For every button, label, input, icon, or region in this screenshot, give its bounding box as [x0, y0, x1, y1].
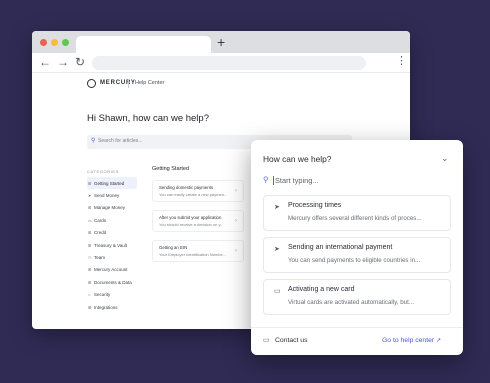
category-item-team[interactable]: ⚇ Team: [87, 251, 137, 263]
back-icon[interactable]: ←: [39, 55, 51, 69]
card-icon: ▭: [274, 288, 281, 295]
external-link-icon: ↗: [436, 338, 442, 344]
chevron-right-icon: ›: [235, 248, 237, 254]
article-title: Getting an EIN: [159, 245, 188, 250]
category-list: ⊞ Getting Started ➤ Send Money ⊞ Manage Mon…: [87, 177, 137, 313]
suggested-article-title: Activating a new card: [288, 286, 355, 293]
category-item-integrations[interactable]: ⊞ Integrations: [87, 301, 137, 313]
new-tab-button[interactable]: +: [217, 34, 225, 50]
send-icon: ➤: [274, 204, 280, 211]
brand-divider: [128, 79, 129, 88]
send-icon: ➤: [274, 246, 280, 253]
widget-divider: [251, 327, 463, 328]
article-search-placeholder: Search for articles...: [98, 138, 143, 144]
category-item-mercury-account[interactable]: ⊞ Mercury Account: [87, 264, 137, 276]
contact-us-link[interactable]: Contact us: [275, 337, 308, 344]
browser-tab-bar: +: [32, 31, 410, 53]
suggested-article-title: Sending an international payment: [288, 244, 393, 251]
address-bar[interactable]: [92, 56, 366, 70]
suggested-article-description: Virtual cards are activated automaticall…: [288, 299, 414, 306]
article-description: Your Employer Identification Numbe...: [159, 252, 226, 257]
category-label: Security: [94, 292, 111, 298]
category-label: Mercury Account: [94, 267, 128, 273]
browser-tab[interactable]: [76, 36, 211, 53]
browser-toolbar: ← → ↻ ⋮: [32, 53, 410, 73]
category-item-send-money[interactable]: ➤ Send Money: [87, 189, 137, 201]
article-list: Sending domestic payments You can easily…: [152, 180, 244, 270]
categories-heading: CATEGORIES: [87, 169, 119, 174]
article-card[interactable]: Getting an EIN Your Employer Identificat…: [152, 240, 244, 262]
category-item-cards[interactable]: ▭ Cards: [87, 214, 137, 226]
browser-menu-icon[interactable]: ⋮: [396, 54, 407, 67]
category-label: Team: [94, 255, 106, 261]
chevron-right-icon: ›: [235, 218, 237, 224]
chevron-down-icon[interactable]: ⌄: [441, 153, 449, 163]
text-cursor: [273, 176, 274, 185]
chevron-right-icon: ›: [235, 188, 237, 194]
suggested-article-description: You can send payments to eligible countr…: [288, 257, 421, 264]
chat-icon[interactable]: ▭: [263, 336, 270, 344]
widget-search-input[interactable]: [275, 175, 445, 186]
page-title: Hi Shawn, how can we help?: [87, 113, 209, 124]
suggested-article-description: Mercury offers several different kinds o…: [288, 215, 422, 222]
article-card[interactable]: Sending domestic payments You can easily…: [152, 180, 244, 202]
minimize-window-button[interactable]: [51, 39, 58, 46]
category-label: Send Money: [94, 193, 120, 199]
suggested-article-card[interactable]: ➤ Processing times Mercury offers severa…: [263, 195, 451, 231]
category-label: Documents & Data: [94, 279, 132, 285]
category-label: Credit: [94, 230, 107, 236]
article-description: You should receive a decision on y...: [159, 222, 224, 227]
category-item-documents[interactable]: ⊞ Documents & Data: [87, 276, 137, 288]
mercury-logo-icon[interactable]: [87, 79, 96, 88]
category-item-manage-money[interactable]: ⊞ Manage Money: [87, 202, 137, 214]
widget-title: How can we help?: [263, 154, 332, 164]
help-widget: How can we help? ⌄ ⚲ ➤ Processing times …: [251, 140, 463, 355]
article-title: Sending domestic payments: [159, 185, 213, 190]
brand-subtitle: Help Center: [135, 80, 165, 86]
suggested-article-title: Processing times: [288, 202, 342, 209]
suggested-article-card[interactable]: ▭ Activating a new card Virtual cards ar…: [263, 279, 451, 315]
search-icon: ⚲: [91, 138, 96, 144]
go-to-help-center-link[interactable]: Go to help center ↗: [382, 337, 441, 344]
category-label: Treasury & Vault: [94, 242, 128, 248]
category-item-credit[interactable]: ⊞ Credit: [87, 227, 137, 239]
category-item-treasury[interactable]: ⊞ Treasury & Vault: [87, 239, 137, 251]
article-title: After you submit your application: [159, 215, 222, 220]
category-item-getting-started[interactable]: ⊞ Getting Started: [87, 177, 137, 190]
article-card[interactable]: After you submit your application You sh…: [152, 210, 244, 232]
close-window-button[interactable]: [40, 39, 47, 46]
widget-search[interactable]: ⚲: [263, 175, 453, 187]
suggested-article-card[interactable]: ➤ Sending an international payment You c…: [263, 237, 451, 273]
category-item-security[interactable]: ⌂ Security: [87, 289, 137, 301]
brand-name[interactable]: MERCURY: [100, 80, 136, 86]
section-title: Getting Started: [152, 166, 189, 172]
category-label: Getting Started: [94, 180, 125, 186]
search-icon: ⚲: [263, 175, 269, 184]
category-label: Cards: [94, 217, 107, 223]
go-to-help-center-label: Go to help center: [382, 337, 435, 344]
reload-icon[interactable]: ↻: [75, 55, 85, 69]
maximize-window-button[interactable]: [62, 39, 69, 46]
forward-icon[interactable]: →: [57, 55, 69, 69]
article-description: You can easily create a new paymen...: [159, 192, 228, 197]
category-label: Integrations: [94, 304, 118, 310]
category-label: Manage Money: [94, 205, 126, 211]
